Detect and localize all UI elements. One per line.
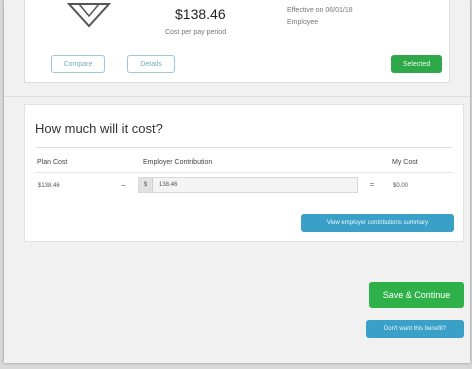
header-divider (35, 172, 453, 173)
plan-card: $138.46 Cost per pay period Effective on… (24, 0, 450, 83)
plan-cost-caption: Cost per pay period (165, 29, 227, 36)
cost-section: How much will it cost? Plan Cost Employe… (24, 104, 464, 242)
selected-button[interactable]: Selected (391, 55, 442, 73)
cost-section-title: How much will it cost? (35, 121, 163, 136)
view-contributions-summary-button[interactable]: View employer contributions summary (301, 214, 454, 232)
compare-button[interactable]: Compare (51, 55, 105, 73)
minus-sign: − (121, 181, 126, 190)
my-cost-header: My Cost (392, 159, 418, 166)
employer-contribution-header: Employer Contribution (143, 159, 213, 166)
plan-effective-date: Effective on 06/01/18 (287, 7, 353, 14)
save-continue-button[interactable]: Save & Continue (369, 282, 464, 308)
plan-cost-value: $138.46 (38, 183, 60, 189)
employer-contribution-field: $ 138.46 (138, 177, 358, 193)
employer-contribution-value: 138.46 (159, 182, 178, 188)
plan-logo-icon (67, 3, 111, 28)
decline-benefit-button[interactable]: Don't want this benefit? (366, 320, 464, 338)
plan-effective-info: Effective on 06/01/18 Employee (287, 5, 353, 29)
section-divider (4, 96, 470, 97)
title-divider (35, 147, 453, 148)
dollar-prefix: $ (139, 178, 153, 192)
plan-cost-header: Plan Cost (37, 159, 68, 166)
details-button[interactable]: Details (127, 55, 175, 73)
plan-coverage-level: Employee (287, 19, 319, 26)
plan-cost: $138.46 (175, 6, 226, 22)
equals-sign: = (370, 182, 375, 189)
my-cost-value: $0.00 (393, 183, 409, 189)
enrollment-page: $138.46 Cost per pay period Effective on… (4, 0, 470, 363)
